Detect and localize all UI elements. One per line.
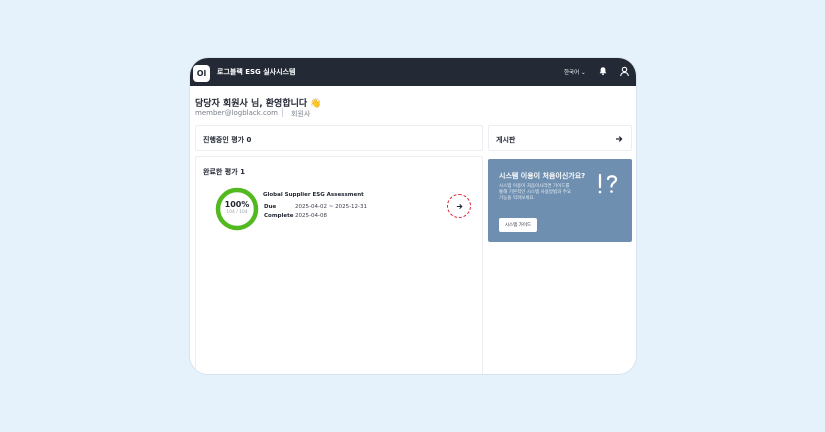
user-email: member@logblack.com	[195, 109, 278, 117]
due-value: 2025-04-02 ~ 2025-12-31	[295, 204, 368, 210]
ongoing-assessments-card: 진행중인 평가 0	[195, 125, 483, 151]
divider	[282, 108, 283, 117]
guide-description-line: 기능을 익혀보세요.	[499, 196, 535, 201]
board-card[interactable]: 게시판	[488, 125, 632, 151]
app-window: Ol 로그블랙 ESG 실사시스템 한국어 ⌄ 담당자 회원사 님, 환영합니다…	[190, 58, 636, 374]
complete-label: Complete	[264, 213, 294, 219]
app-title: 로그블랙 ESG 실사시스템	[217, 68, 296, 76]
complete-value: 2025-04-08	[295, 213, 327, 219]
due-label: Due	[264, 204, 277, 210]
system-guide-button[interactable]: 시스템 가이드	[499, 218, 537, 232]
user-role: 회원사	[291, 110, 311, 118]
progress-fraction: 104 / 104	[226, 210, 248, 215]
guide-title: 시스템 이용이 처음이신가요?	[499, 172, 586, 180]
assessment-name: Global Supplier ESG Assessment	[263, 192, 364, 198]
arrow-right-icon[interactable]	[615, 135, 623, 143]
language-label: 한국어	[564, 70, 580, 76]
completed-assessments-title: 완료한 평가 1	[203, 168, 245, 176]
welcome-greeting: 담당자 회원사 님, 환영합니다 👋	[195, 99, 322, 109]
arrow-right-icon	[456, 203, 463, 209]
board-title: 게시판	[496, 136, 516, 144]
system-guide-banner: 시스템 이용이 처음이신가요? 시스템 이용이 처음이시라면 가이드를 통해 기…	[488, 159, 632, 242]
completed-assessments-card: 완료한 평가 1 100% 104 / 104 Global Supplier …	[195, 156, 483, 374]
top-navigation-bar: Ol 로그블랙 ESG 실사시스템 한국어 ⌄	[190, 58, 636, 86]
user-icon[interactable]	[619, 66, 630, 77]
progress-percent: 100%	[224, 200, 250, 209]
progress-ring	[215, 187, 259, 231]
bell-icon[interactable]	[598, 66, 608, 76]
ongoing-assessments-title: 진행중인 평가 0	[203, 136, 252, 144]
assessment-detail-button[interactable]	[447, 194, 471, 218]
language-selector[interactable]: 한국어 ⌄	[564, 68, 586, 76]
guide-description: 시스템 이용이 처음이시라면 가이드를 통해 기본적인 시스템 사용방법과 주요…	[499, 184, 589, 202]
chevron-down-icon: ⌄	[580, 70, 586, 76]
exclamation-question-icon	[598, 173, 618, 194]
logo-icon[interactable]: Ol	[193, 65, 210, 82]
